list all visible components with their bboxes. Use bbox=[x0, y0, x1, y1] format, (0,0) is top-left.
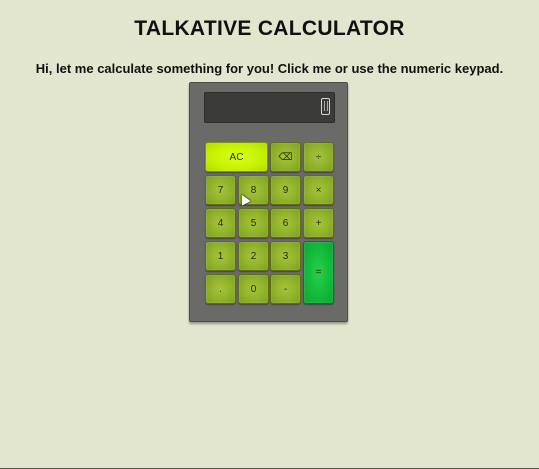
ac-button[interactable]: AC bbox=[205, 142, 268, 172]
digit-7-button[interactable]: 7 bbox=[205, 175, 236, 205]
digit-5-button[interactable]: 5 bbox=[238, 208, 269, 238]
multiply-button[interactable]: × bbox=[303, 175, 334, 205]
digit-2-button[interactable]: 2 bbox=[238, 241, 269, 271]
digit-9-button[interactable]: 9 bbox=[270, 175, 301, 205]
backspace-button[interactable]: ⌫ bbox=[270, 142, 301, 172]
divide-button[interactable]: ÷ bbox=[303, 142, 334, 172]
decimal-button[interactable]: . bbox=[205, 274, 236, 304]
calculator-display bbox=[204, 92, 335, 123]
digit-1-button[interactable]: 1 bbox=[205, 241, 236, 271]
digit-0-button[interactable]: 0 bbox=[238, 274, 269, 304]
calculator[interactable]: AC ⌫ ÷ 7 8 9 × 4 5 6 + 1 2 3 = . 0 - bbox=[189, 82, 348, 322]
minus-button[interactable]: - bbox=[270, 274, 301, 304]
digit-4-button[interactable]: 4 bbox=[205, 208, 236, 238]
page-title: TALKATIVE CALCULATOR bbox=[134, 17, 405, 40]
digit-3-button[interactable]: 3 bbox=[270, 241, 301, 271]
mobile-phone-icon bbox=[321, 98, 330, 115]
digit-6-button[interactable]: 6 bbox=[270, 208, 301, 238]
page-subtitle: Hi, let me calculate something for you! … bbox=[35, 61, 504, 76]
equals-button[interactable]: = bbox=[303, 241, 334, 304]
plus-button[interactable]: + bbox=[303, 208, 334, 238]
